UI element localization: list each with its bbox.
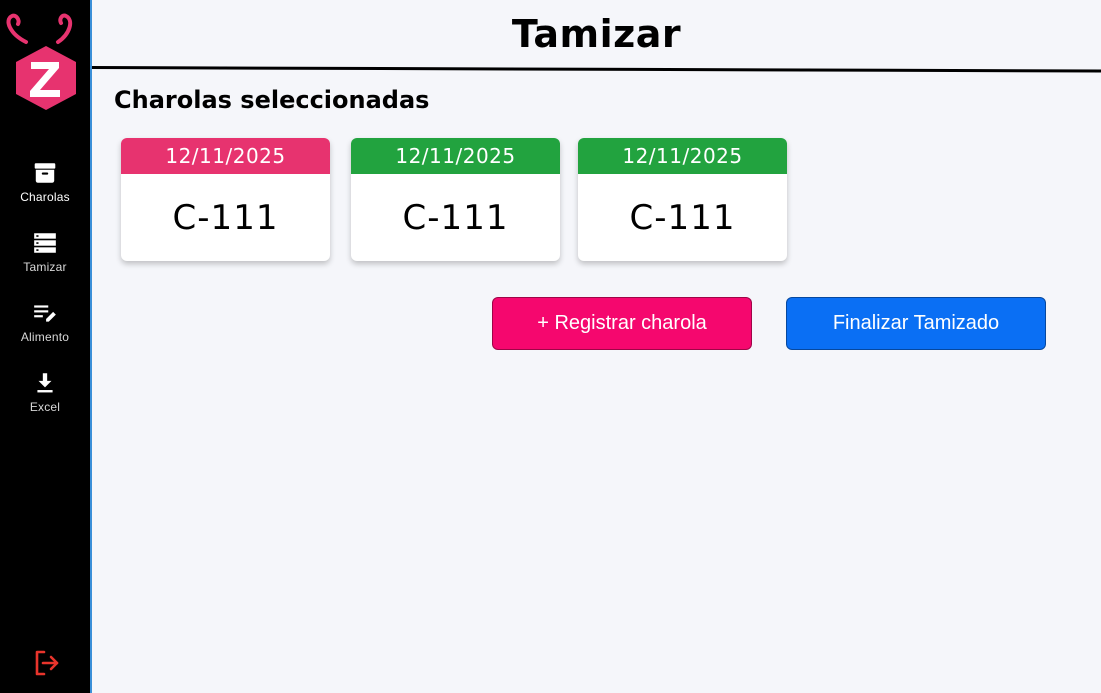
tray-card[interactable]: 12/11/2025 C-111 [121, 138, 330, 261]
tray-code: C-111 [402, 198, 509, 238]
finish-sieving-button[interactable]: Finalizar Tamizado [786, 297, 1046, 350]
tray-card[interactable]: 12/11/2025 C-111 [578, 138, 787, 261]
tray-date: 12/11/2025 [351, 138, 560, 174]
logout-icon[interactable] [32, 648, 62, 678]
server-stack-icon [34, 233, 56, 253]
sidebar-item-label: Charolas [20, 190, 70, 204]
sidebar-item-excel[interactable]: Excel [0, 370, 90, 430]
sidebar-item-charolas[interactable]: Charolas [0, 160, 90, 220]
archive-box-icon [34, 163, 56, 183]
sidebar-item-tamizar[interactable]: Tamizar [0, 230, 90, 290]
zeta-bug-logo-icon[interactable] [4, 10, 80, 114]
sidebar: Charolas Tamizar Alimento Excel [0, 0, 92, 693]
sidebar-item-label: Tamizar [23, 260, 67, 274]
tray-code: C-111 [172, 198, 279, 238]
list-edit-icon [34, 305, 56, 322]
title-divider [91, 66, 1101, 73]
tray-card[interactable]: 12/11/2025 C-111 [351, 138, 560, 261]
download-icon [37, 373, 53, 393]
section-title: Charolas seleccionadas [114, 86, 430, 114]
tray-date: 12/11/2025 [578, 138, 787, 174]
sidebar-item-alimento[interactable]: Alimento [0, 300, 90, 360]
sidebar-item-label: Alimento [20, 330, 70, 344]
register-tray-button[interactable]: + Registrar charola [492, 297, 752, 350]
page-title: Tamizar [511, 12, 682, 56]
tray-date: 12/11/2025 [121, 138, 330, 174]
main-content: Tamizar Charolas seleccionadas 12/11/202… [91, 0, 1101, 693]
tray-code: C-111 [629, 198, 736, 238]
sidebar-item-label: Excel [29, 400, 61, 414]
